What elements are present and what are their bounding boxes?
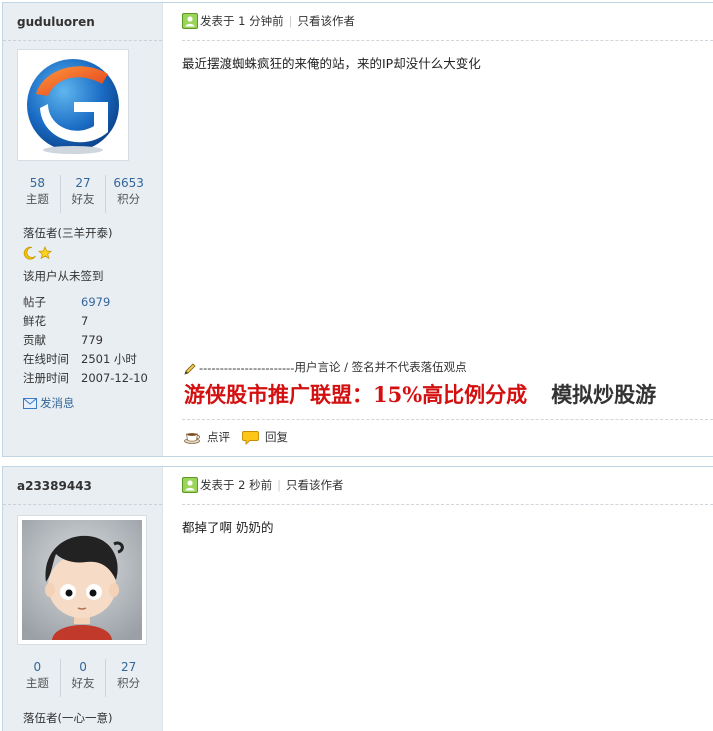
detail-key: 注册时间 (23, 371, 69, 385)
stat-value: 6653 (113, 176, 144, 190)
user-post-icon (182, 13, 198, 29)
stat-label: 主题 (25, 676, 49, 690)
post-2: a23389443 0 主题 0 好友 27 积分 落伍者(一心一意) 发表于 … (2, 466, 713, 731)
comment-button[interactable]: 点评 (184, 429, 230, 445)
detail-posts: 帖子 6979 (23, 294, 110, 310)
detail-value: 7 (81, 314, 89, 328)
stat-friends[interactable]: 27 好友 (61, 175, 107, 213)
stat-threads[interactable]: 58 主题 (15, 175, 61, 213)
user-stats: 0 主题 0 好友 27 积分 (15, 659, 151, 697)
stat-label: 好友 (71, 676, 95, 690)
user-rank: 落伍者(三羊开泰) (23, 226, 113, 240)
speech-bubble-icon (242, 430, 259, 445)
user-rank: 落伍者(一心一意) (23, 711, 113, 725)
ad-text-red[interactable]: 游侠股市推广联盟：15%高比例分成 (184, 382, 527, 407)
detail-contribution: 贡献 779 (23, 332, 103, 348)
user-post-icon (182, 477, 198, 493)
detail-flowers: 鲜花 7 (23, 313, 88, 329)
signature-ad[interactable]: 游侠股市推广联盟：15%高比例分成 模拟炒股游 (184, 379, 656, 409)
mail-icon (23, 397, 37, 409)
post-time: 发表于 2 秒前 (200, 478, 273, 492)
send-message-button[interactable]: 发消息 (23, 395, 75, 411)
post-body: 发表于 1 分钟前 | 只看该作者 最近摆渡蜘蛛疯狂的来俺的站，来的IP却没什么… (164, 3, 713, 456)
author-sidebar: a23389443 0 主题 0 好友 27 积分 落伍者(一心一意) (3, 467, 163, 731)
divider (182, 419, 713, 420)
detail-value: 2007-12-10 (81, 371, 148, 385)
reply-label: 回复 (265, 430, 288, 444)
post-actions: 点评 回复 (184, 429, 300, 445)
post-1: guduluoren 58 主题 27 好友 6653 积分 落伍者(三羊开泰)… (2, 2, 713, 457)
stat-value: 27 (121, 660, 137, 674)
stat-value: 27 (75, 176, 91, 190)
detail-register-date: 注册时间 2007-12-10 (23, 370, 148, 386)
detail-key: 贡献 (23, 333, 46, 347)
detail-value-link[interactable]: 6979 (81, 295, 110, 309)
post-meta: 发表于 1 分钟前 | 只看该作者 (182, 13, 355, 29)
author-sidebar: guduluoren 58 主题 27 好友 6653 积分 落伍者(三羊开泰)… (3, 3, 163, 456)
signature-note: 用户言论 / 签名并不代表落伍观点 (294, 360, 467, 374)
stat-label: 积分 (117, 676, 141, 690)
divider (3, 40, 162, 41)
stat-threads[interactable]: 0 主题 (15, 659, 61, 697)
author-name[interactable]: a23389443 (17, 479, 92, 493)
ad-text-dark[interactable]: 模拟炒股游 (551, 382, 656, 407)
divider (3, 504, 162, 505)
post-content: 最近摆渡蜘蛛疯狂的来俺的站，来的IP却没什么大变化 (182, 56, 481, 71)
stat-label: 积分 (117, 192, 141, 206)
divider: | (288, 14, 293, 28)
author-only-link[interactable]: 只看该作者 (286, 477, 344, 493)
post-meta: 发表于 2 秒前 | 只看该作者 (182, 477, 344, 493)
stat-value: 0 (33, 660, 42, 674)
stat-label: 好友 (71, 192, 95, 206)
stat-value: 58 (29, 176, 45, 190)
detail-value: 779 (81, 333, 103, 347)
detail-value: 2501 小时 (81, 352, 137, 366)
detail-online-time: 在线时间 2501 小时 (23, 351, 137, 367)
author-name[interactable]: guduluoren (17, 15, 95, 29)
post-time: 发表于 1 分钟前 (200, 14, 284, 28)
send-message-label: 发消息 (40, 396, 75, 410)
divider (182, 40, 713, 41)
sign-status: 该用户从未签到 (23, 269, 104, 283)
signature-dashes: ----------------------- (199, 361, 295, 375)
detail-key: 鲜花 (23, 314, 46, 328)
stat-label: 主题 (25, 192, 49, 206)
stat-points[interactable]: 6653 积分 (106, 175, 151, 213)
stat-value: 0 (79, 660, 87, 674)
post-body: 发表于 2 秒前 | 只看该作者 都掉了啊 奶奶的 (164, 467, 713, 731)
rank-icons (23, 246, 52, 260)
author-only-link[interactable]: 只看该作者 (298, 13, 356, 29)
post-content: 都掉了啊 奶奶的 (182, 520, 274, 535)
star-icon (38, 246, 52, 260)
detail-key: 在线时间 (23, 352, 69, 366)
avatar-logo-image (27, 59, 119, 154)
divider: | (277, 478, 282, 492)
stat-points[interactable]: 27 积分 (106, 659, 151, 697)
comment-label: 点评 (207, 430, 230, 444)
signature-notice: ----------------------- 用户言论 / 签名并不代表落伍观… (184, 359, 467, 375)
detail-key: 帖子 (23, 295, 46, 309)
user-stats: 58 主题 27 好友 6653 积分 (15, 175, 151, 213)
avatar-cartoon-boy-image (22, 520, 142, 640)
avatar[interactable] (17, 515, 147, 645)
pencil-icon (184, 363, 196, 375)
divider (182, 504, 713, 505)
avatar[interactable] (17, 49, 129, 161)
reply-button[interactable]: 回复 (242, 429, 288, 445)
coffee-cup-icon (184, 433, 201, 444)
moon-icon (23, 246, 36, 260)
stat-friends[interactable]: 0 好友 (61, 659, 107, 697)
